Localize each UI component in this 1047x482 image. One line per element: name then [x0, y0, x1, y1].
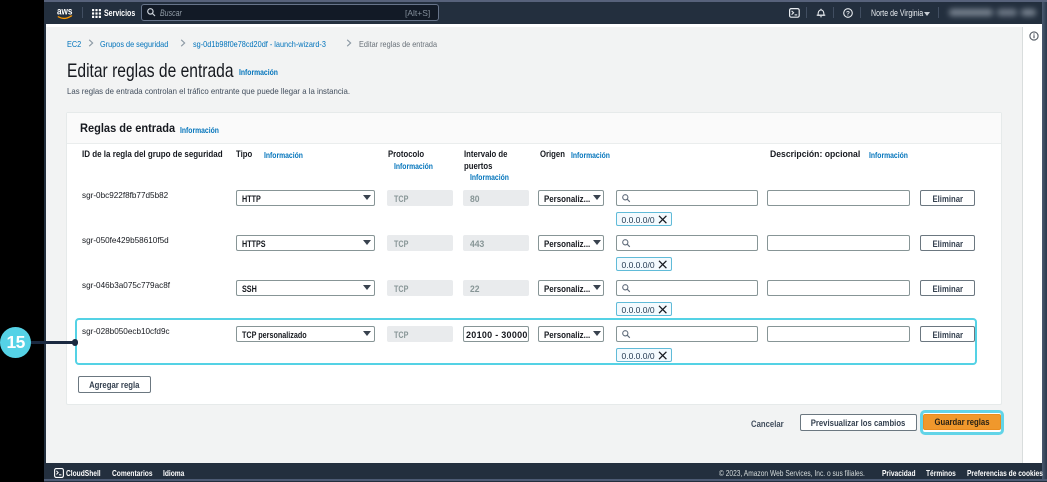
svg-text:?: ?	[846, 10, 850, 17]
svg-text:aws: aws	[57, 6, 73, 18]
